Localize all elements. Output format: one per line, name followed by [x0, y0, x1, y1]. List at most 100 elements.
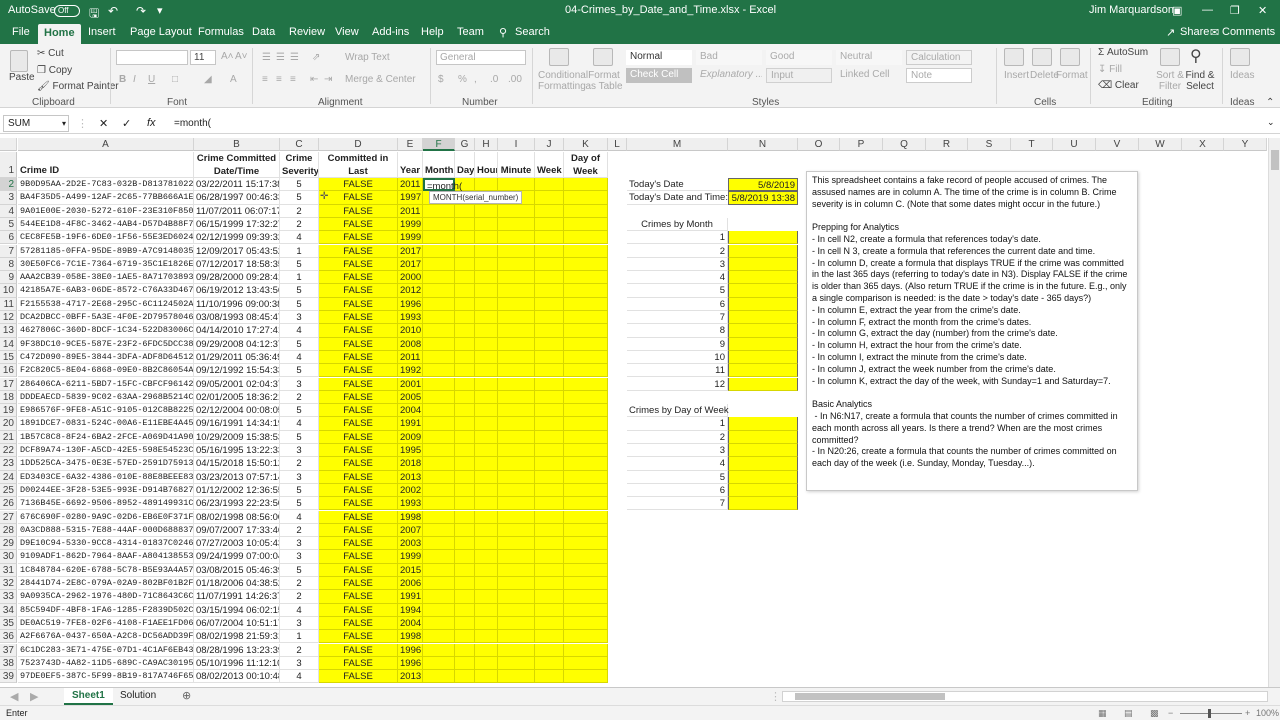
cell-k32[interactable] [564, 577, 608, 591]
column-header-p[interactable]: P [840, 138, 883, 151]
cell-g31[interactable] [455, 563, 475, 577]
cell-i20[interactable] [498, 417, 535, 431]
last-365-cell[interactable]: FALSE [319, 178, 398, 192]
last-365-cell[interactable]: FALSE [319, 523, 398, 538]
cell-i18[interactable] [498, 390, 535, 405]
cell-g13[interactable] [455, 324, 475, 338]
autosave-toggle[interactable]: Off [54, 5, 80, 17]
tab-solution[interactable]: Solution [112, 688, 164, 705]
cell-j6[interactable] [535, 231, 564, 245]
severity-cell[interactable]: 4 [280, 231, 319, 245]
cell-g5[interactable] [455, 217, 475, 232]
active-cell-f2[interactable]: =month( [423, 178, 462, 192]
cell-f13[interactable] [423, 324, 455, 338]
crimes-by-month-label[interactable]: Crimes by Month [627, 217, 728, 232]
collapse-ribbon-icon[interactable]: ⌃ [1266, 97, 1274, 108]
increase-decimal-icon[interactable]: .0 [490, 74, 498, 85]
crime-id-cell[interactable]: 85C594DF-4BF8-1FA6-1285-F2839D502C5A [18, 603, 194, 617]
cell-h29[interactable] [475, 537, 498, 551]
month-number-cell[interactable]: 6 [627, 297, 728, 311]
italic-button[interactable]: I [133, 74, 136, 85]
crime-id-cell[interactable]: ED3403CE-6A32-4386-010E-88E8BEEE83BD [18, 470, 194, 484]
cell-h24[interactable] [475, 470, 498, 484]
crime-datetime-cell[interactable]: 03/22/2011 15:17:38 [194, 178, 280, 192]
year-cell[interactable]: 1992 [398, 364, 423, 378]
select-all-corner[interactable] [0, 138, 17, 151]
cell-f22[interactable] [423, 444, 455, 458]
style-neutral[interactable]: Neutral [836, 50, 902, 65]
year-cell[interactable]: 2007 [398, 523, 423, 538]
crime-id-cell[interactable]: 7523743D-4A82-11D5-689C-CA9AC301959A [18, 656, 194, 671]
row-header-27[interactable]: 27 [0, 510, 17, 524]
cell-h7[interactable] [475, 244, 498, 258]
align-center-icon[interactable]: ≡ [276, 74, 282, 85]
row-header-32[interactable]: 32 [0, 577, 17, 591]
cell-g36[interactable] [455, 630, 475, 644]
cell-k24[interactable] [564, 470, 608, 484]
cell-f26[interactable] [423, 497, 455, 511]
row-header-19[interactable]: 19 [0, 404, 17, 418]
header-minute[interactable]: Minute [498, 152, 535, 178]
crime-datetime-cell[interactable]: 06/23/1993 22:23:50 [194, 497, 280, 511]
zoom-slider-thumb[interactable] [1208, 709, 1211, 718]
bold-button[interactable]: B [119, 74, 126, 85]
cell-h19[interactable] [475, 404, 498, 418]
row-header-2[interactable]: 2 [0, 178, 17, 192]
style-check-cell[interactable]: Check Cell [626, 68, 692, 83]
underline-button[interactable]: U [148, 74, 155, 85]
cell-f9[interactable] [423, 271, 455, 285]
crime-id-cell[interactable]: 30E50FC6-7C1E-7364-6719-35C1E1826E58 [18, 257, 194, 272]
severity-cell[interactable]: 4 [280, 350, 319, 365]
cell-j3[interactable] [535, 191, 564, 205]
severity-cell[interactable]: 3 [280, 656, 319, 671]
cell-h20[interactable] [475, 417, 498, 431]
cell-h30[interactable] [475, 550, 498, 564]
month-number-cell[interactable]: 1 [627, 231, 728, 245]
column-header-r[interactable]: R [926, 138, 968, 151]
row-header-33[interactable]: 33 [0, 590, 17, 604]
column-header-t[interactable]: T [1011, 138, 1053, 151]
crime-id-cell[interactable]: 4627806C-360D-8DCF-1C34-522D83006CC0 [18, 324, 194, 338]
last-365-cell[interactable]: FALSE [319, 550, 398, 564]
cell-i9[interactable] [498, 271, 535, 285]
month-number-cell[interactable]: 11 [627, 364, 728, 378]
year-cell[interactable]: 2008 [398, 337, 423, 351]
cell-f8[interactable] [423, 257, 455, 272]
crime-datetime-cell[interactable]: 06/07/2004 10:51:17 [194, 616, 280, 631]
cell-f19[interactable] [423, 404, 455, 418]
month-count-cell[interactable] [728, 364, 798, 378]
crime-id-cell[interactable]: 9A01E00E-2030-5272-610F-23E310F85092 [18, 204, 194, 218]
cell-f38[interactable] [423, 656, 455, 671]
severity-cell[interactable]: 2 [280, 590, 319, 604]
delete-cells-button[interactable]: Delete [1030, 70, 1059, 81]
year-cell[interactable]: 1997 [398, 191, 423, 205]
todays-date-label[interactable]: Today's Date [627, 178, 728, 192]
crime-datetime-cell[interactable]: 12/09/2017 05:43:52 [194, 244, 280, 258]
header-year[interactable]: Year [398, 152, 423, 178]
crime-datetime-cell[interactable]: 09/12/1992 15:54:33 [194, 364, 280, 378]
insert-function-icon[interactable]: fx [147, 117, 156, 129]
cell-j15[interactable] [535, 350, 564, 365]
crime-id-cell[interactable]: 544EE1D8-4F8C-3462-4AB4-D57D4B88F723 [18, 217, 194, 232]
column-header-y[interactable]: Y [1224, 138, 1267, 151]
cell-h33[interactable] [475, 590, 498, 604]
style-explanatory[interactable]: Explanatory ... [696, 68, 762, 83]
last-365-cell[interactable]: FALSE [319, 470, 398, 484]
year-cell[interactable]: 1991 [398, 590, 423, 604]
cell-j10[interactable] [535, 284, 564, 298]
year-cell[interactable]: 2013 [398, 670, 423, 684]
cell-f37[interactable] [423, 643, 455, 657]
crime-datetime-cell[interactable]: 01/12/2002 12:36:55 [194, 483, 280, 498]
row-header-36[interactable]: 36 [0, 630, 17, 644]
cell-g37[interactable] [455, 643, 475, 657]
dow-number-cell[interactable]: 7 [627, 497, 728, 511]
severity-cell[interactable]: 4 [280, 510, 319, 524]
cell-i2[interactable] [498, 178, 535, 192]
crime-id-cell[interactable]: E986576F-9FE8-A51C-9105-012C8B822582 [18, 404, 194, 418]
cell-k8[interactable] [564, 257, 608, 272]
align-bottom-icon[interactable]: ☰ [290, 52, 299, 63]
month-count-cell[interactable] [728, 231, 798, 245]
crime-id-cell[interactable]: DDDEAECD-5839-9C02-63AA-2968B5214C8 [18, 390, 194, 405]
align-right-icon[interactable]: ≡ [290, 74, 296, 85]
cell-j23[interactable] [535, 457, 564, 471]
